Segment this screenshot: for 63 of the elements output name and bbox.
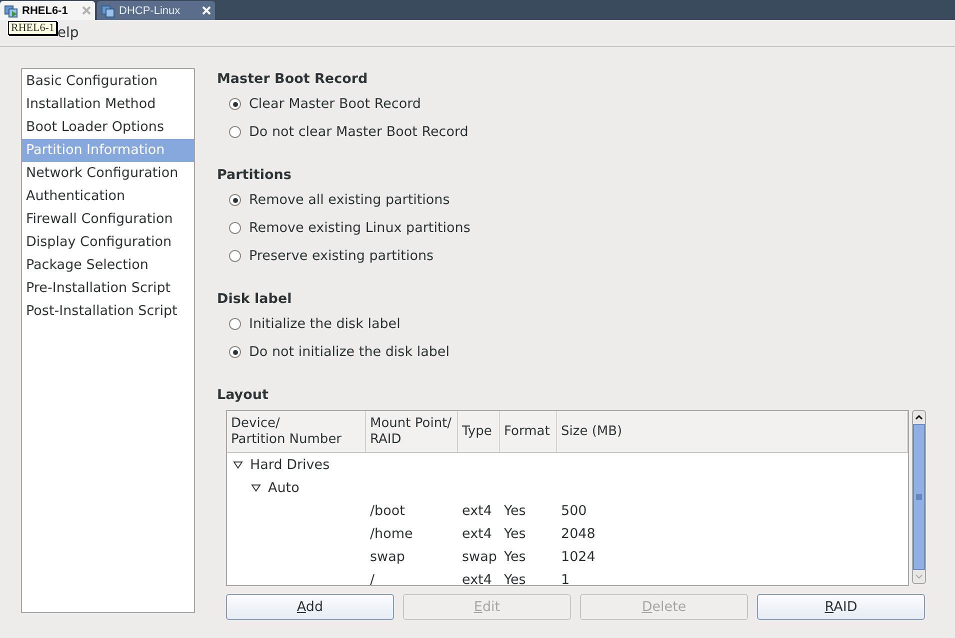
sidebar-item[interactable]: Package Selection bbox=[22, 254, 194, 277]
tooltip: RHEL6-1 bbox=[8, 21, 58, 35]
radio-label[interactable]: Remove existing Linux partitions bbox=[249, 220, 470, 236]
radio-label[interactable]: Do not clear Master Boot Record bbox=[249, 124, 468, 140]
tree-node-label[interactable]: Hard Drives bbox=[250, 456, 330, 472]
tab[interactable]: DHCP-Linux bbox=[97, 1, 215, 20]
radio-button[interactable] bbox=[229, 318, 241, 330]
radio-button[interactable] bbox=[229, 346, 241, 358]
radio-label[interactable]: Clear Master Boot Record bbox=[249, 96, 421, 112]
radio-button[interactable] bbox=[229, 98, 241, 110]
table-cell-text: ext4 bbox=[461, 502, 493, 518]
table-cell-text: /home bbox=[369, 526, 414, 542]
table-cell-text: Yes bbox=[503, 572, 527, 585]
tab[interactable]: RHEL6-1 bbox=[0, 1, 95, 20]
radio-button[interactable] bbox=[229, 250, 241, 262]
sidebar-item[interactable]: Pre-Installation Script bbox=[22, 277, 194, 300]
table-cell-text: ext4 bbox=[461, 526, 493, 542]
tree-node-label[interactable]: Auto bbox=[268, 480, 300, 496]
expander-icon[interactable] bbox=[233, 460, 243, 468]
action-button[interactable]: Add bbox=[226, 594, 394, 620]
radio-button[interactable] bbox=[229, 222, 241, 234]
table-cell-text: 500 bbox=[560, 502, 588, 518]
section-heading: Master Boot Record bbox=[217, 70, 369, 89]
sidebar-item[interactable]: Boot Loader Options bbox=[22, 116, 194, 139]
table-cell-text: 1 bbox=[560, 572, 571, 585]
expander-icon[interactable] bbox=[251, 484, 261, 492]
column-header[interactable]: Mount Point/ RAID bbox=[366, 411, 458, 452]
virtual-machine-icon bbox=[4, 4, 18, 18]
radio-label[interactable]: Initialize the disk label bbox=[249, 316, 400, 332]
sidebar-item[interactable]: Installation Method bbox=[22, 93, 194, 116]
table-cell-text: ext4 bbox=[461, 572, 493, 585]
scrollbar[interactable] bbox=[912, 410, 926, 584]
sidebar-item[interactable]: Display Configuration bbox=[22, 231, 194, 254]
radio-label[interactable]: Remove all existing partitions bbox=[249, 192, 450, 208]
section-heading: Layout bbox=[217, 386, 270, 405]
table-cell-text: swap bbox=[369, 548, 406, 564]
menu-item[interactable]: elp bbox=[57, 25, 79, 41]
action-button[interactable]: RAID bbox=[757, 594, 925, 620]
virtual-machine-icon bbox=[101, 4, 115, 18]
table-cell-text: /boot bbox=[369, 502, 406, 518]
radio-label[interactable]: Preserve existing partitions bbox=[249, 248, 434, 264]
radio-button[interactable] bbox=[229, 194, 241, 206]
sidebar-item[interactable]: Network Configuration bbox=[22, 162, 194, 185]
table-cell-text: Yes bbox=[503, 526, 527, 542]
radio-label[interactable]: Do not initialize the disk label bbox=[249, 344, 450, 360]
column-header[interactable]: Device/ Partition Number bbox=[227, 411, 366, 452]
sidebar-item[interactable]: Post-Installation Script bbox=[22, 300, 194, 323]
table-cell-text: Yes bbox=[503, 502, 527, 518]
radio-button[interactable] bbox=[229, 126, 241, 138]
table-cell-text: 1024 bbox=[560, 548, 596, 564]
column-header[interactable]: Format bbox=[500, 411, 557, 452]
column-header[interactable]: Size (MB) bbox=[557, 411, 908, 452]
table-cell-text: 2048 bbox=[560, 526, 596, 542]
column-header[interactable]: Type bbox=[458, 411, 500, 452]
sidebar-item[interactable]: Authentication bbox=[22, 185, 194, 208]
table-cell-text: / bbox=[369, 572, 376, 585]
sidebar-item[interactable]: Firewall Configuration bbox=[22, 208, 194, 231]
sidebar-item[interactable]: Basic Configuration bbox=[22, 70, 194, 93]
table-cell-text: Yes bbox=[503, 548, 527, 564]
table-cell-text: swap bbox=[461, 548, 498, 564]
section-heading: Disk label bbox=[217, 290, 293, 309]
grip-icon[interactable] bbox=[916, 494, 922, 500]
section-heading: Partitions bbox=[217, 166, 292, 185]
